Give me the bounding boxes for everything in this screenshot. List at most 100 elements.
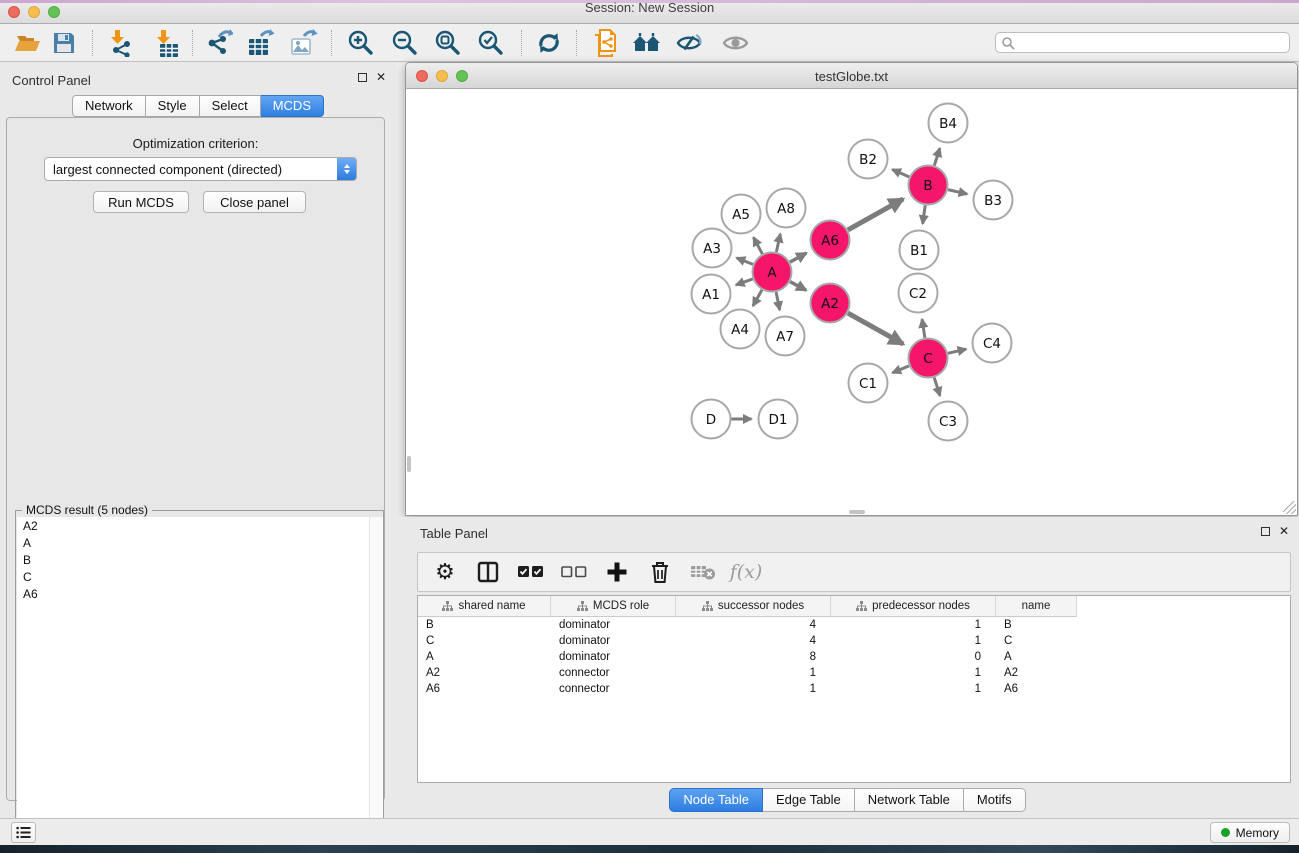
zoom-fit-icon[interactable] <box>432 27 464 59</box>
delete-table-icon[interactable] <box>690 558 716 586</box>
node-A1[interactable]: A1 <box>692 275 731 314</box>
node-D1[interactable]: D1 <box>759 400 798 439</box>
node-B[interactable]: B <box>909 166 948 205</box>
node-A8[interactable]: A8 <box>767 189 806 228</box>
show-all-icon[interactable] <box>720 27 752 59</box>
edge-C-C2[interactable] <box>922 319 925 338</box>
column-header-predecessor-nodes[interactable]: predecessor nodes <box>831 596 996 617</box>
node-C1[interactable]: C1 <box>849 364 888 403</box>
node-B1[interactable]: B1 <box>900 231 939 270</box>
refresh-icon[interactable] <box>533 27 565 59</box>
edge-B-B3[interactable] <box>948 190 967 194</box>
select-all-icon[interactable] <box>518 558 544 586</box>
edge-B-B2[interactable] <box>892 170 909 177</box>
tab-node-table[interactable]: Node Table <box>669 788 763 812</box>
deselect-all-icon[interactable] <box>561 558 587 586</box>
column-header-MCDS-role[interactable]: MCDS role <box>551 596 676 617</box>
scrollbar-track[interactable] <box>369 517 383 850</box>
zoom-out-icon[interactable] <box>389 27 421 59</box>
mcds-result-item[interactable]: A6 <box>17 585 383 602</box>
node-B3[interactable]: B3 <box>974 181 1013 220</box>
edge-A-A6[interactable] <box>790 253 806 262</box>
mcds-result-list[interactable]: A2ABCA6 <box>17 517 383 850</box>
column-header-name[interactable]: name <box>996 596 1077 617</box>
show-column-icon[interactable] <box>475 558 501 586</box>
edge-C-C4[interactable] <box>948 349 966 353</box>
search-field[interactable] <box>995 32 1290 53</box>
horizontal-scroll-indicator[interactable] <box>849 510 865 514</box>
criterion-dropdown[interactable]: largest connected component (directed) <box>44 157 357 181</box>
network-graph[interactable]: B4 B2 B B3 B1 A8A5 A6 A3 A A1 A2 C2 A4A7 C4 C C1 C3 D D1 <box>406 89 1297 515</box>
edge-A2-C[interactable] <box>848 313 903 344</box>
node-A2[interactable]: A2 <box>811 284 850 323</box>
tab-style[interactable]: Style <box>146 95 200 117</box>
node-B4[interactable]: B4 <box>929 104 968 143</box>
edge-C-C3[interactable] <box>934 378 940 396</box>
task-history-button[interactable] <box>11 822 36 843</box>
table-row[interactable]: Bdominator41B <box>418 617 1290 633</box>
node-A5[interactable]: A5 <box>722 195 761 234</box>
edge-A-A4[interactable] <box>753 290 762 306</box>
import-network-icon[interactable] <box>104 27 136 59</box>
edge-A-A3[interactable] <box>737 258 753 265</box>
node-B2[interactable]: B2 <box>849 140 888 179</box>
settings-gear-icon[interactable]: ⚙ <box>432 558 458 586</box>
mcds-result-item[interactable]: A <box>17 534 383 551</box>
edge-A-A8[interactable] <box>776 234 780 252</box>
node-C4[interactable]: C4 <box>973 324 1012 363</box>
edge-A-A7[interactable] <box>776 292 780 310</box>
edge-A6-B[interactable] <box>848 199 903 230</box>
node-table[interactable]: shared nameMCDS rolesuccessor nodesprede… <box>417 595 1291 783</box>
node-A4[interactable]: A4 <box>721 310 760 349</box>
edge-A-A2[interactable] <box>790 282 806 291</box>
export-network-icon[interactable] <box>203 27 235 59</box>
mcds-result-item[interactable]: A2 <box>17 517 383 534</box>
node-A3[interactable]: A3 <box>693 229 732 268</box>
home-layout-icon[interactable] <box>631 27 663 59</box>
hide-selected-icon[interactable] <box>674 27 706 59</box>
close-panel-button[interactable]: Close panel <box>203 191 306 213</box>
edge-B-B4[interactable] <box>934 148 940 165</box>
node-A7[interactable]: A7 <box>766 317 805 356</box>
tab-select[interactable]: Select <box>200 95 261 117</box>
network-window-title-bar[interactable]: testGlobe.txt <box>406 63 1297 89</box>
table-row[interactable]: Cdominator41C <box>418 633 1290 649</box>
delete-column-icon[interactable] <box>647 558 673 586</box>
node-A6[interactable]: A6 <box>811 221 850 260</box>
tab-motifs[interactable]: Motifs <box>964 788 1026 812</box>
node-A[interactable]: A <box>753 253 792 292</box>
export-table-icon[interactable] <box>245 27 277 59</box>
export-image-icon[interactable] <box>288 27 320 59</box>
network-snapshot-icon[interactable] <box>589 27 621 59</box>
table-row[interactable]: A6connector11A6 <box>418 681 1290 697</box>
vertical-scroll-indicator[interactable] <box>407 456 411 472</box>
open-session-icon[interactable] <box>12 27 44 59</box>
tab-mcds[interactable]: MCDS <box>261 95 324 117</box>
node-C3[interactable]: C3 <box>929 402 968 441</box>
search-input[interactable] <box>1015 36 1289 50</box>
table-row[interactable]: A2connector11A2 <box>418 665 1290 681</box>
node-C2[interactable]: C2 <box>899 274 938 313</box>
float-table-panel-icon[interactable] <box>1261 527 1270 536</box>
import-table-icon[interactable] <box>150 27 182 59</box>
function-builder-icon[interactable]: f(x) <box>733 558 759 586</box>
float-panel-icon[interactable] <box>358 73 367 82</box>
edge-C-C1[interactable] <box>892 366 909 373</box>
run-mcds-button[interactable]: Run MCDS <box>93 191 189 213</box>
edge-A-A1[interactable] <box>736 279 753 285</box>
edge-B-B1[interactable] <box>923 205 926 223</box>
add-column-icon[interactable] <box>604 558 630 586</box>
tab-edge-table[interactable]: Edge Table <box>763 788 855 812</box>
close-panel-icon[interactable]: ✕ <box>376 73 386 82</box>
close-table-panel-icon[interactable]: ✕ <box>1279 527 1289 536</box>
memory-button[interactable]: Memory <box>1210 822 1290 843</box>
node-D[interactable]: D <box>692 400 731 439</box>
zoom-in-icon[interactable] <box>345 27 377 59</box>
edge-A-A5[interactable] <box>753 237 762 254</box>
tab-network-table[interactable]: Network Table <box>855 788 964 812</box>
save-session-icon[interactable] <box>48 27 80 59</box>
node-C[interactable]: C <box>909 339 948 378</box>
column-header-shared-name[interactable]: shared name <box>418 596 551 617</box>
resize-grip[interactable] <box>1283 501 1296 514</box>
mcds-result-item[interactable]: C <box>17 568 383 585</box>
